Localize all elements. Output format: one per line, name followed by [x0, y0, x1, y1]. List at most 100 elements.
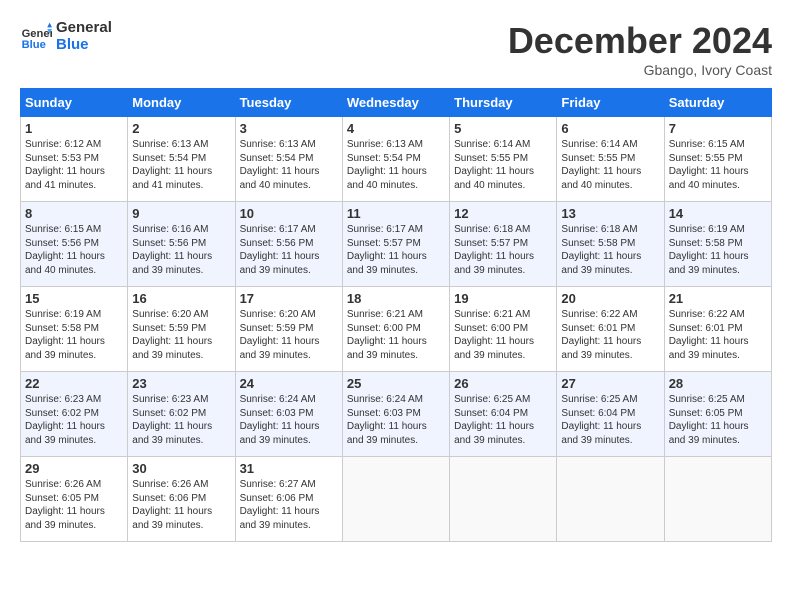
day-info: Sunrise: 6:18 AM Sunset: 5:58 PM Dayligh…: [561, 223, 659, 277]
calendar-cell: 12 Sunrise: 6:18 AM Sunset: 5:57 PM Dayl…: [450, 202, 557, 287]
day-info: Sunrise: 6:20 AM Sunset: 5:59 PM Dayligh…: [240, 308, 338, 362]
calendar-row: 8 Sunrise: 6:15 AM Sunset: 5:56 PM Dayli…: [21, 202, 772, 287]
calendar-row: 15 Sunrise: 6:19 AM Sunset: 5:58 PM Dayl…: [21, 287, 772, 372]
day-info: Sunrise: 6:19 AM Sunset: 5:58 PM Dayligh…: [669, 223, 767, 277]
day-info: Sunrise: 6:22 AM Sunset: 6:01 PM Dayligh…: [561, 308, 659, 362]
day-info: Sunrise: 6:26 AM Sunset: 6:05 PM Dayligh…: [25, 478, 123, 532]
day-number: 11: [347, 206, 445, 221]
day-number: 30: [132, 461, 230, 476]
calendar-cell: 30 Sunrise: 6:26 AM Sunset: 6:06 PM Dayl…: [128, 457, 235, 542]
calendar-cell: 6 Sunrise: 6:14 AM Sunset: 5:55 PM Dayli…: [557, 117, 664, 202]
day-info: Sunrise: 6:17 AM Sunset: 5:56 PM Dayligh…: [240, 223, 338, 277]
day-info: Sunrise: 6:25 AM Sunset: 6:04 PM Dayligh…: [561, 393, 659, 447]
col-monday: Monday: [128, 89, 235, 117]
calendar-cell: 25 Sunrise: 6:24 AM Sunset: 6:03 PM Dayl…: [342, 372, 449, 457]
calendar-cell: 10 Sunrise: 6:17 AM Sunset: 5:56 PM Dayl…: [235, 202, 342, 287]
calendar-cell: 28 Sunrise: 6:25 AM Sunset: 6:05 PM Dayl…: [664, 372, 771, 457]
calendar-cell: 3 Sunrise: 6:13 AM Sunset: 5:54 PM Dayli…: [235, 117, 342, 202]
day-info: Sunrise: 6:25 AM Sunset: 6:05 PM Dayligh…: [669, 393, 767, 447]
calendar-row: 22 Sunrise: 6:23 AM Sunset: 6:02 PM Dayl…: [21, 372, 772, 457]
day-info: Sunrise: 6:23 AM Sunset: 6:02 PM Dayligh…: [132, 393, 230, 447]
calendar-cell: 24 Sunrise: 6:24 AM Sunset: 6:03 PM Dayl…: [235, 372, 342, 457]
day-number: 21: [669, 291, 767, 306]
day-number: 14: [669, 206, 767, 221]
calendar-cell: 17 Sunrise: 6:20 AM Sunset: 5:59 PM Dayl…: [235, 287, 342, 372]
day-number: 23: [132, 376, 230, 391]
day-info: Sunrise: 6:24 AM Sunset: 6:03 PM Dayligh…: [240, 393, 338, 447]
calendar-cell: 13 Sunrise: 6:18 AM Sunset: 5:58 PM Dayl…: [557, 202, 664, 287]
day-info: Sunrise: 6:20 AM Sunset: 5:59 PM Dayligh…: [132, 308, 230, 362]
day-number: 20: [561, 291, 659, 306]
svg-text:General: General: [22, 28, 52, 40]
calendar-cell: [557, 457, 664, 542]
day-info: Sunrise: 6:18 AM Sunset: 5:57 PM Dayligh…: [454, 223, 552, 277]
calendar-cell: 27 Sunrise: 6:25 AM Sunset: 6:04 PM Dayl…: [557, 372, 664, 457]
calendar-cell: 8 Sunrise: 6:15 AM Sunset: 5:56 PM Dayli…: [21, 202, 128, 287]
calendar-cell: 5 Sunrise: 6:14 AM Sunset: 5:55 PM Dayli…: [450, 117, 557, 202]
calendar-cell: 29 Sunrise: 6:26 AM Sunset: 6:05 PM Dayl…: [21, 457, 128, 542]
col-tuesday: Tuesday: [235, 89, 342, 117]
day-info: Sunrise: 6:24 AM Sunset: 6:03 PM Dayligh…: [347, 393, 445, 447]
day-number: 12: [454, 206, 552, 221]
svg-text:Blue: Blue: [22, 39, 46, 51]
day-number: 29: [25, 461, 123, 476]
logo: General Blue General Blue: [20, 20, 112, 53]
day-number: 4: [347, 121, 445, 136]
calendar-cell: 7 Sunrise: 6:15 AM Sunset: 5:55 PM Dayli…: [664, 117, 771, 202]
day-info: Sunrise: 6:27 AM Sunset: 6:06 PM Dayligh…: [240, 478, 338, 532]
col-saturday: Saturday: [664, 89, 771, 117]
day-info: Sunrise: 6:21 AM Sunset: 6:00 PM Dayligh…: [454, 308, 552, 362]
col-sunday: Sunday: [21, 89, 128, 117]
month-title: December 2024: [508, 20, 772, 62]
col-wednesday: Wednesday: [342, 89, 449, 117]
day-number: 8: [25, 206, 123, 221]
calendar-cell: 11 Sunrise: 6:17 AM Sunset: 5:57 PM Dayl…: [342, 202, 449, 287]
calendar-cell: 4 Sunrise: 6:13 AM Sunset: 5:54 PM Dayli…: [342, 117, 449, 202]
day-number: 28: [669, 376, 767, 391]
calendar-cell: 26 Sunrise: 6:25 AM Sunset: 6:04 PM Dayl…: [450, 372, 557, 457]
day-number: 17: [240, 291, 338, 306]
day-number: 5: [454, 121, 552, 136]
logo-icon: General Blue: [20, 21, 52, 53]
day-number: 10: [240, 206, 338, 221]
header: General Blue General Blue December 2024 …: [20, 20, 772, 78]
calendar-cell: 18 Sunrise: 6:21 AM Sunset: 6:00 PM Dayl…: [342, 287, 449, 372]
calendar-cell: 16 Sunrise: 6:20 AM Sunset: 5:59 PM Dayl…: [128, 287, 235, 372]
calendar-cell: [342, 457, 449, 542]
day-info: Sunrise: 6:16 AM Sunset: 5:56 PM Dayligh…: [132, 223, 230, 277]
calendar-row: 29 Sunrise: 6:26 AM Sunset: 6:05 PM Dayl…: [21, 457, 772, 542]
day-info: Sunrise: 6:15 AM Sunset: 5:56 PM Dayligh…: [25, 223, 123, 277]
day-number: 27: [561, 376, 659, 391]
calendar-cell: 20 Sunrise: 6:22 AM Sunset: 6:01 PM Dayl…: [557, 287, 664, 372]
day-number: 6: [561, 121, 659, 136]
day-info: Sunrise: 6:14 AM Sunset: 5:55 PM Dayligh…: [561, 138, 659, 192]
day-number: 18: [347, 291, 445, 306]
calendar-cell: 9 Sunrise: 6:16 AM Sunset: 5:56 PM Dayli…: [128, 202, 235, 287]
day-info: Sunrise: 6:12 AM Sunset: 5:53 PM Dayligh…: [25, 138, 123, 192]
day-info: Sunrise: 6:17 AM Sunset: 5:57 PM Dayligh…: [347, 223, 445, 277]
calendar-cell: 23 Sunrise: 6:23 AM Sunset: 6:02 PM Dayl…: [128, 372, 235, 457]
day-info: Sunrise: 6:13 AM Sunset: 5:54 PM Dayligh…: [132, 138, 230, 192]
calendar-cell: 19 Sunrise: 6:21 AM Sunset: 6:00 PM Dayl…: [450, 287, 557, 372]
day-number: 16: [132, 291, 230, 306]
calendar-cell: 31 Sunrise: 6:27 AM Sunset: 6:06 PM Dayl…: [235, 457, 342, 542]
day-number: 19: [454, 291, 552, 306]
day-info: Sunrise: 6:22 AM Sunset: 6:01 PM Dayligh…: [669, 308, 767, 362]
logo-general: General: [56, 20, 112, 37]
day-number: 7: [669, 121, 767, 136]
day-number: 2: [132, 121, 230, 136]
calendar-cell: [450, 457, 557, 542]
location: Gbango, Ivory Coast: [508, 62, 772, 78]
day-info: Sunrise: 6:13 AM Sunset: 5:54 PM Dayligh…: [240, 138, 338, 192]
calendar-cell: 21 Sunrise: 6:22 AM Sunset: 6:01 PM Dayl…: [664, 287, 771, 372]
calendar-cell: 2 Sunrise: 6:13 AM Sunset: 5:54 PM Dayli…: [128, 117, 235, 202]
calendar-table: Sunday Monday Tuesday Wednesday Thursday…: [20, 88, 772, 542]
calendar-cell: 22 Sunrise: 6:23 AM Sunset: 6:02 PM Dayl…: [21, 372, 128, 457]
day-number: 24: [240, 376, 338, 391]
day-number: 22: [25, 376, 123, 391]
day-number: 15: [25, 291, 123, 306]
calendar-row: 1 Sunrise: 6:12 AM Sunset: 5:53 PM Dayli…: [21, 117, 772, 202]
calendar-cell: 15 Sunrise: 6:19 AM Sunset: 5:58 PM Dayl…: [21, 287, 128, 372]
day-info: Sunrise: 6:25 AM Sunset: 6:04 PM Dayligh…: [454, 393, 552, 447]
day-number: 9: [132, 206, 230, 221]
